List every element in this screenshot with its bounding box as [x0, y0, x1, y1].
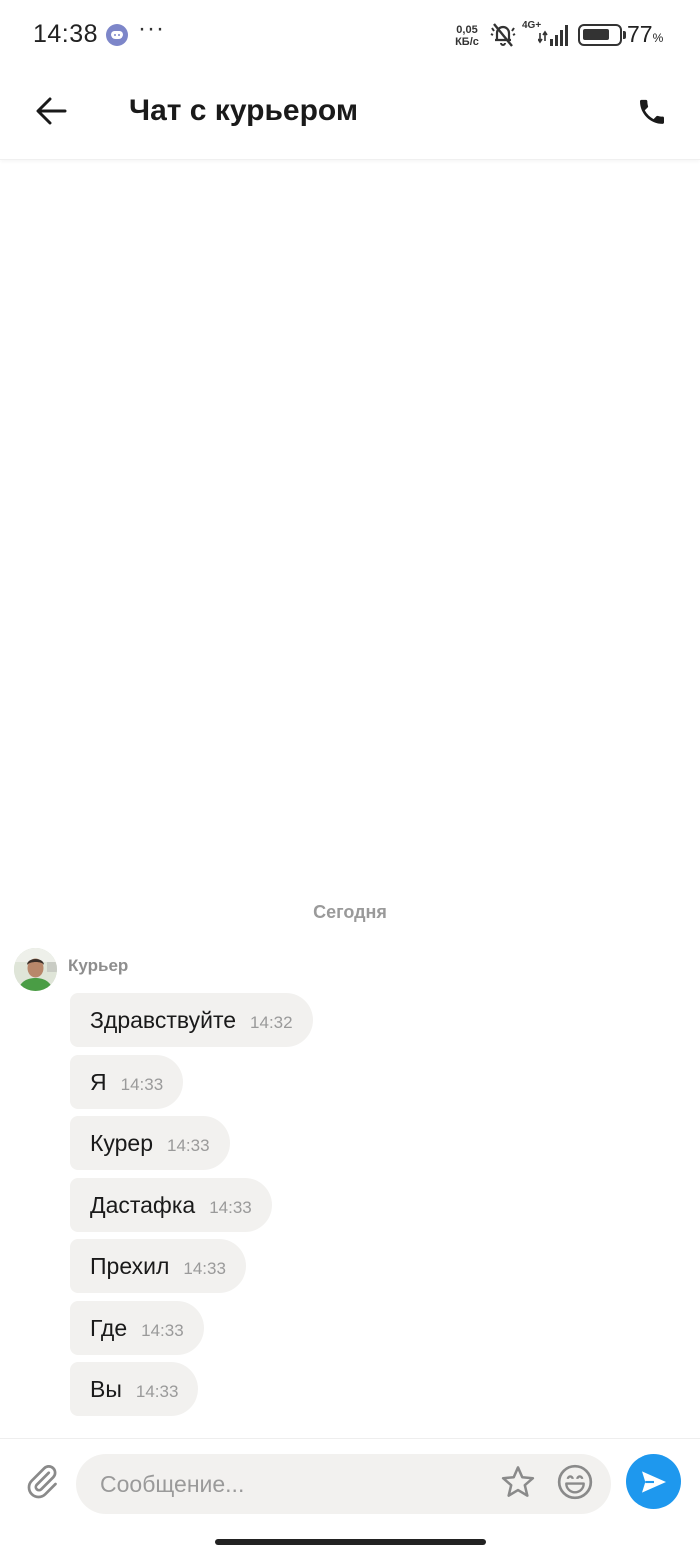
sender-name: Курьер — [68, 956, 129, 975]
battery-fill — [583, 29, 609, 40]
status-time: 14:38 — [33, 20, 99, 48]
message-time: 14:33 — [183, 1259, 226, 1278]
message-time: 14:33 — [141, 1320, 184, 1340]
message-time: 14:33 — [135, 1382, 179, 1401]
message-text: Вы — [90, 1376, 122, 1402]
star-icon — [501, 1466, 535, 1497]
discord-icon — [106, 24, 128, 46]
favorites-button[interactable] — [498, 1462, 538, 1502]
message-text: Я — [90, 1068, 107, 1095]
message-bubble[interactable]: Где 14:33 — [70, 1300, 204, 1355]
message-time: 14:33 — [167, 1136, 210, 1155]
phone-icon — [640, 99, 664, 124]
send-icon — [641, 1470, 666, 1493]
message-bubble[interactable]: Вы 14:33 — [70, 1362, 199, 1416]
message-time: 14:33 — [209, 1197, 252, 1217]
message-text: Курер — [90, 1130, 154, 1156]
battery-percent: 77% — [627, 21, 663, 48]
message-list: Здравствуйте 14:32 Я 14:33 Курер 14:33 Даст… — [70, 993, 313, 1424]
emoji-icon — [557, 1464, 593, 1500]
send-button[interactable] — [626, 1454, 681, 1509]
date-separator: Сегодня — [313, 902, 387, 922]
home-indicator[interactable] — [215, 1539, 486, 1545]
avatar[interactable] — [14, 948, 57, 991]
signal-icon — [538, 25, 568, 46]
message-text: Где — [90, 1314, 128, 1341]
network-speed-value: 0,05 — [456, 24, 478, 36]
message-time: 14:33 — [120, 1074, 164, 1094]
back-arrow-icon — [36, 97, 67, 125]
network-speed: 0,05 КБ/с — [452, 24, 482, 48]
message-text: Прехил — [90, 1253, 170, 1279]
paperclip-icon — [27, 1465, 57, 1499]
message-bubble[interactable]: Дастафка 14:33 — [70, 1177, 272, 1232]
chat-header: Чат с курьером — [0, 70, 700, 160]
message-text: Дастафка — [90, 1191, 196, 1218]
more-icon: ··· — [138, 15, 165, 42]
page-title: Чат с курьером — [129, 94, 359, 127]
network-speed-unit: КБ/с — [455, 36, 479, 48]
message-bubble[interactable]: Курер 14:33 — [70, 1116, 230, 1170]
message-text: Здравствуйте — [90, 1007, 237, 1033]
message-bubble[interactable]: Прехил 14:33 — [70, 1239, 246, 1293]
attach-button[interactable] — [22, 1461, 62, 1501]
message-bubble[interactable]: Здравствуйте 14:32 — [70, 993, 313, 1047]
mute-icon — [490, 23, 516, 47]
battery-icon — [578, 24, 626, 46]
back-button[interactable] — [26, 88, 76, 134]
battery-percent-value: 77 — [627, 21, 653, 47]
battery-percent-sign: % — [652, 31, 664, 45]
courier-avatar-image — [14, 948, 57, 991]
call-button[interactable] — [630, 90, 674, 134]
message-bubble[interactable]: Я 14:33 — [70, 1054, 184, 1109]
emoji-button[interactable] — [555, 1462, 595, 1502]
status-bar: 14:38 ··· 0,05 КБ/с 4G+ 77% — [0, 0, 700, 70]
message-time: 14:32 — [250, 1013, 293, 1032]
